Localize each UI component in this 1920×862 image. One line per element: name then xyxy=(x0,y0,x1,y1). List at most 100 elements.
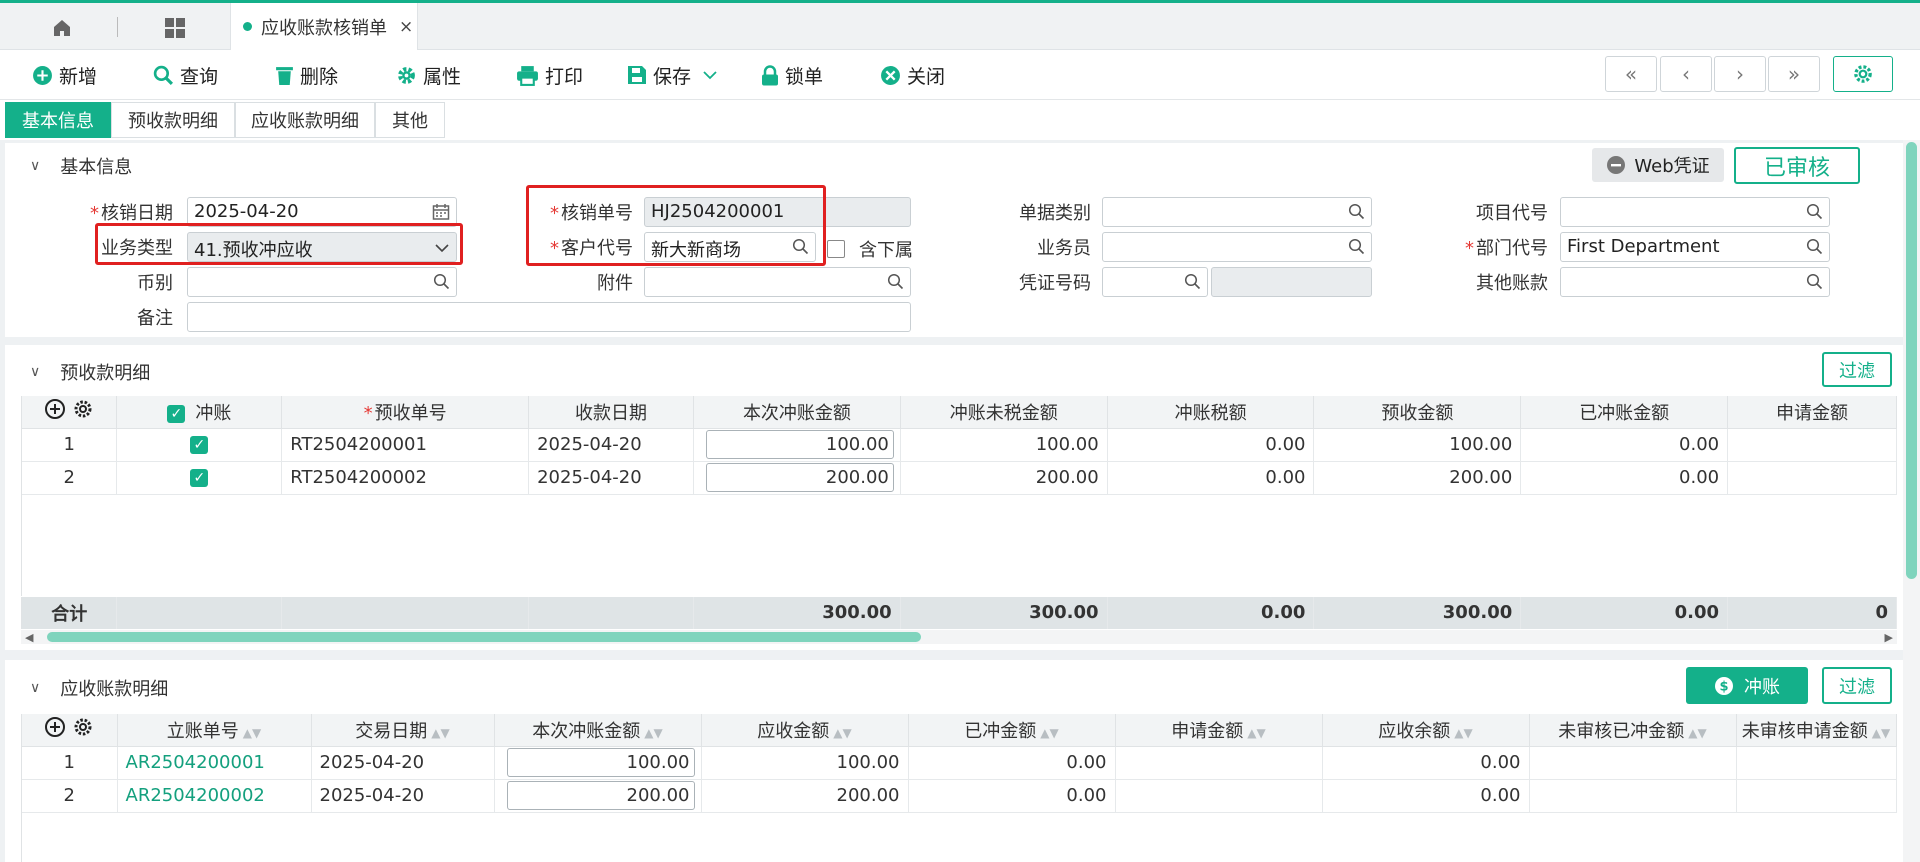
ar-title: 应收账款明细 xyxy=(60,679,169,700)
header-unaudited-apply[interactable]: 未审核申请金额 ▲▼ xyxy=(1736,714,1897,747)
header-offset-amount[interactable]: 本次冲账金额 ▲▼ xyxy=(494,714,702,747)
header-apply-amount[interactable]: 申请金额 ▲▼ xyxy=(1115,714,1323,747)
settings-button[interactable] xyxy=(1833,56,1893,92)
ar-panel: ∨ 应收账款明细 $ 冲账 过滤 立账单号 ▲▼ 交易日期 ▲▼ 本次冲账金额 ▲▼ … xyxy=(5,660,1903,862)
row-checkbox[interactable]: ✓ xyxy=(116,461,283,495)
column-settings-icon[interactable] xyxy=(72,398,94,420)
total-empty xyxy=(281,597,530,629)
lock-label: 锁单 xyxy=(785,65,824,88)
home-icon[interactable] xyxy=(47,13,77,43)
offset-amount-cell[interactable]: 100.00 xyxy=(494,746,702,780)
offset-label: 冲账 xyxy=(1744,676,1780,698)
row-checkbox[interactable]: ✓ xyxy=(116,428,283,462)
header-offset-done[interactable]: 已冲账金额 xyxy=(1520,396,1729,429)
total-offset-amount: 300.00 xyxy=(693,597,901,629)
header-offset[interactable]: ✓ 冲账 xyxy=(116,396,283,429)
header-offset-done[interactable]: 已冲金额 ▲▼ xyxy=(908,714,1116,747)
lock-button[interactable]: 锁单 xyxy=(761,62,823,88)
sort-icon: ▲▼ xyxy=(431,725,450,740)
header-tax-amount[interactable]: 冲账税额 xyxy=(1107,396,1315,429)
scroll-left-icon[interactable]: ◀ xyxy=(25,631,33,644)
table-row[interactable]: 2 ✓ RT2504200002 2025-04-20 200.00 200.0… xyxy=(22,461,1897,495)
table-row[interactable]: 2 AR2504200002 2025-04-20 200.00 200.00 … xyxy=(22,779,1897,813)
gear-icon xyxy=(1854,65,1872,83)
header-receive-date[interactable]: 收款日期 xyxy=(528,396,695,429)
horizontal-scrollbar[interactable]: ◀ ▶ xyxy=(21,630,1897,644)
close-button[interactable]: 关闭 xyxy=(880,62,945,88)
voucher-no-input[interactable] xyxy=(1102,267,1208,297)
header-unaudited-offset[interactable]: 未审核已冲金额 ▲▼ xyxy=(1529,714,1737,747)
remark-input[interactable] xyxy=(187,302,911,332)
grid-apps-icon[interactable] xyxy=(160,13,190,43)
search-icon xyxy=(1348,203,1365,220)
first-record-button[interactable]: « xyxy=(1605,56,1657,92)
salesman-input[interactable] xyxy=(1102,232,1372,262)
attachment-input[interactable] xyxy=(644,267,911,297)
basic-info-header[interactable]: ∨ 基本信息 xyxy=(30,153,132,179)
header-receivable[interactable]: 应收金额 ▲▼ xyxy=(701,714,909,747)
column-settings-icon[interactable] xyxy=(72,716,94,738)
vertical-scrollbar-thumb[interactable] xyxy=(1906,142,1917,579)
next-record-button[interactable]: › xyxy=(1714,56,1766,92)
prepay-header[interactable]: ∨ 预收款明细 xyxy=(30,359,150,385)
receive-date-cell: 2025-04-20 xyxy=(528,461,695,495)
header-prepay-amount[interactable]: 预收金额 xyxy=(1313,396,1522,429)
print-button[interactable]: 打印 xyxy=(516,62,583,88)
tab-prepay-detail[interactable]: 预收款明细 xyxy=(111,102,235,138)
header-trade-date[interactable]: 交易日期 ▲▼ xyxy=(311,714,495,747)
remark-label: 备注 xyxy=(137,308,173,329)
web-voucher-button[interactable]: Web凭证 xyxy=(1592,148,1724,182)
prepay-filter-button[interactable]: 过滤 xyxy=(1822,352,1892,387)
toolbar: 新增 查询 删除 属性 打印 保存 锁单 关闭 « ‹ › » xyxy=(0,50,1920,100)
header-balance[interactable]: 应收余额 ▲▼ xyxy=(1322,714,1530,747)
dept-input[interactable]: First Department xyxy=(1560,232,1830,262)
project-input[interactable] xyxy=(1560,197,1830,227)
other-ar-label: 其他账款 xyxy=(1476,273,1548,294)
add-row-icon[interactable] xyxy=(44,716,66,738)
table-row[interactable]: 1 ✓ RT2504200001 2025-04-20 100.00 100.0… xyxy=(22,428,1897,462)
tab-other[interactable]: 其他 xyxy=(375,102,445,138)
header-prepay-no[interactable]: * 预收单号 xyxy=(281,396,530,429)
query-button[interactable]: 查询 xyxy=(153,62,218,88)
prev-record-button[interactable]: ‹ xyxy=(1660,56,1712,92)
ar-header-row: 立账单号 ▲▼ 交易日期 ▲▼ 本次冲账金额 ▲▼ 应收金额 ▲▼ 已冲金额 ▲▼ 申请金… xyxy=(22,714,1897,747)
offset-amount-cell[interactable]: 200.00 xyxy=(494,779,702,813)
currency-input[interactable] xyxy=(187,267,457,297)
header-untaxed-amount[interactable]: 冲账未税金额 xyxy=(900,396,1108,429)
total-label: 合计 xyxy=(22,597,118,629)
scroll-right-icon[interactable]: ▶ xyxy=(1885,631,1893,644)
include-sub-checkbox[interactable]: 含下属 xyxy=(827,236,913,262)
currency-label: 币别 xyxy=(137,273,173,294)
trade-date-cell: 2025-04-20 xyxy=(311,746,495,780)
offset-button[interactable]: $ 冲账 xyxy=(1686,667,1808,704)
minus-circle-icon xyxy=(1607,156,1626,174)
other-ar-input[interactable] xyxy=(1560,267,1830,297)
header-apply-amount[interactable]: 申请金额 xyxy=(1727,396,1897,429)
table-row[interactable]: 1 AR2504200001 2025-04-20 100.00 100.00 … xyxy=(22,746,1897,780)
query-label: 查询 xyxy=(180,65,219,88)
scrollbar-thumb[interactable] xyxy=(47,632,921,642)
add-row-icon[interactable] xyxy=(44,398,66,420)
tab-ar-writeoff[interactable]: 应收账款核销单 × xyxy=(230,3,418,50)
offset-amount-cell[interactable]: 100.00 xyxy=(693,428,901,462)
tab-ar-detail[interactable]: 应收账款明细 xyxy=(235,102,375,138)
prepay-panel: ∨ 预收款明细 过滤 ✓ 冲账 * 预收单号 收款日期 本次冲账金额 冲账未税金额 xyxy=(5,345,1903,650)
ar-no-link[interactable]: AR2504200002 xyxy=(117,779,312,813)
tab-basic-info[interactable]: 基本信息 xyxy=(5,102,111,138)
ar-filter-button[interactable]: 过滤 xyxy=(1822,667,1892,704)
header-ar-no[interactable]: 立账单号 ▲▼ xyxy=(117,714,312,747)
last-record-button[interactable]: » xyxy=(1768,56,1820,92)
header-offset-amount[interactable]: 本次冲账金额 xyxy=(693,396,901,429)
close-tab-icon[interactable]: × xyxy=(399,17,413,37)
properties-button[interactable]: 属性 xyxy=(396,62,461,88)
offset-amount-cell[interactable]: 200.00 xyxy=(693,461,901,495)
save-button[interactable]: 保存 xyxy=(627,62,723,88)
ar-header[interactable]: ∨ 应收账款明细 xyxy=(30,675,168,701)
new-button[interactable]: 新增 xyxy=(32,62,97,88)
vertical-scrollbar[interactable] xyxy=(1903,140,1920,862)
ar-no-link[interactable]: AR2504200001 xyxy=(117,746,312,780)
doc-type-input[interactable] xyxy=(1102,197,1372,227)
row-index: 1 xyxy=(22,746,118,780)
delete-button[interactable]: 删除 xyxy=(275,62,338,88)
prepay-no-cell: RT2504200002 xyxy=(281,461,530,495)
